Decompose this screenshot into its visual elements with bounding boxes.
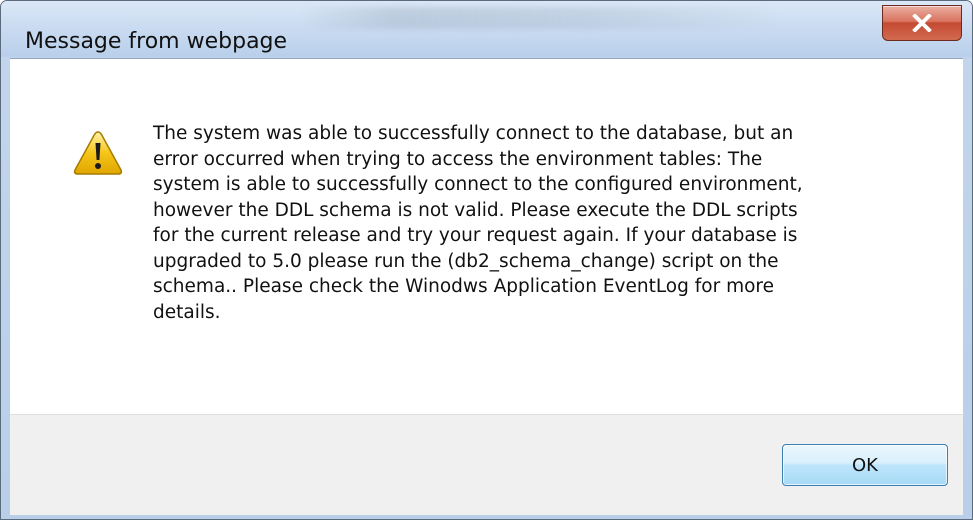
- close-icon: [912, 14, 932, 32]
- dialog-window: Message from webpage The system was able…: [0, 0, 973, 520]
- title-bar[interactable]: Message from webpage: [1, 1, 972, 57]
- dialog-message: The system was able to successfully conn…: [153, 123, 803, 323]
- message-area: The system was able to successfully conn…: [10, 58, 963, 414]
- ok-button[interactable]: OK: [782, 444, 948, 486]
- warning-icon: [73, 131, 123, 175]
- window-title: Message from webpage: [25, 29, 288, 54]
- close-button[interactable]: [882, 5, 962, 41]
- button-bar: OK: [10, 414, 963, 515]
- title-bar-background: [301, 7, 781, 29]
